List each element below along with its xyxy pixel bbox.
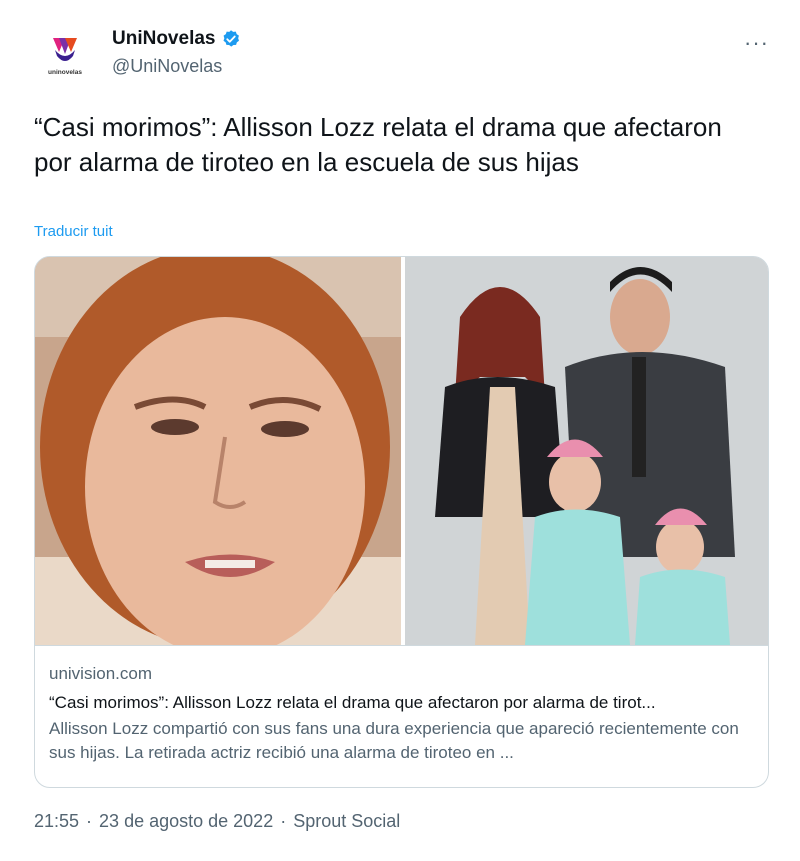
tweet: uninovelas UniNovelas @UniNovelas ··· “C… [0,0,800,861]
card-photo-collage [35,257,768,645]
tweet-date[interactable]: 23 de agosto de 2022 [99,811,273,832]
card-domain: univision.com [49,664,152,683]
tweet-time[interactable]: 21:55 [34,811,79,832]
card-description: Allisson Lozz compartió con sus fans una… [49,719,739,762]
tweet-meta: 21:55 · 23 de agosto de 2022 · Sprout So… [34,811,400,832]
account-name-row[interactable]: UniNovelas [112,28,241,50]
card-body[interactable]: univision.com “Casi morimos”: Allisson L… [49,663,754,765]
left-photo-woman-crying [35,257,401,645]
more-options-icon[interactable]: ··· [744,30,769,56]
tweet-text: “Casi morimos”: Allisson Lozz relata el … [34,112,722,177]
meta-separator: · [86,811,93,831]
tweet-source[interactable]: Sprout Social [293,811,400,832]
right-photo-family [405,257,768,645]
meta-separator: · [280,811,287,831]
card-title: “Casi morimos”: Allisson Lozz relata el … [49,693,656,712]
display-name[interactable]: UniNovelas [112,28,215,50]
logo-wordmark: uninovelas [48,69,82,76]
account-handle[interactable]: @UniNovelas [112,56,222,77]
verified-badge-icon [223,30,240,47]
link-preview-card[interactable]: univision.com “Casi morimos”: Allisson L… [34,256,769,788]
uninovelas-logo-icon: uninovelas [48,38,82,76]
translate-tweet-link[interactable]: Traducir tuit [34,223,113,240]
card-image[interactable] [35,257,768,646]
account-avatar[interactable]: uninovelas [33,26,97,82]
